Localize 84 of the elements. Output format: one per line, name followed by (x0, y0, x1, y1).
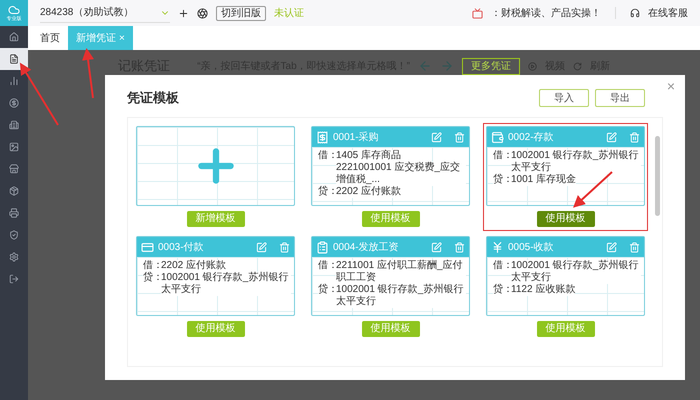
scrollbar[interactable] (655, 136, 660, 216)
home-icon (9, 32, 19, 42)
refresh-icon (573, 62, 582, 70)
play-icon (528, 62, 537, 70)
entry-side: 借： (143, 260, 161, 272)
exit-icon (9, 274, 19, 284)
entry-account: 1002001 银行存款_苏州银行太平支行 (511, 260, 641, 284)
certify-link[interactable]: 未认证 (274, 6, 304, 20)
entry-account: 1002001 银行存款_苏州银行太平支行 (511, 150, 641, 174)
template-title: 0003-付款 (158, 240, 205, 254)
template-title: 0001-采购 (333, 130, 380, 144)
annotation-arrow (20, 62, 59, 126)
voucher-button[interactable]: 更多凭证 (462, 58, 520, 74)
plus-icon[interactable] (178, 8, 189, 18)
use-template-button[interactable]: 使用模板 (362, 211, 420, 227)
dialog-title: 凭证模板 (127, 89, 180, 108)
entry-side: 借： (318, 150, 336, 162)
building-icon (9, 120, 19, 130)
delete-icon[interactable] (279, 242, 290, 252)
list-icon (316, 240, 329, 254)
yen-icon (491, 240, 504, 254)
switch-version-button[interactable]: 切到旧版 (216, 6, 266, 20)
document-icon (9, 54, 19, 64)
settings-icon[interactable] (197, 8, 208, 18)
delete-icon[interactable] (629, 242, 640, 252)
tab-close[interactable]: × (119, 30, 125, 46)
entry-account: 1001 库存现金 (511, 174, 576, 186)
entry-account: 2202 应付账款 (336, 186, 402, 198)
delete-icon[interactable] (454, 132, 465, 142)
edit-icon[interactable] (606, 132, 617, 142)
settings-icon (9, 252, 19, 262)
entry-side: 贷： (493, 174, 511, 186)
entry-side: 贷： (493, 284, 511, 296)
template-title: 0005-收款 (508, 240, 555, 254)
entry-side: 贷： (318, 186, 336, 198)
entry-account: 1002001 银行存款_苏州银行太平支行 (336, 284, 466, 308)
entry-account: 2221001001 应交税费_应交增值税_... (336, 162, 466, 186)
coin-icon (9, 98, 19, 108)
entry-account: 2211001 应付职工薪酬_应付职工工资 (336, 260, 466, 284)
dialog-button[interactable]: 导出 (595, 89, 645, 107)
promo-text[interactable]: ：财税解读、产品实操！ (491, 6, 601, 20)
template-title: 0004-发放工资 (333, 240, 400, 254)
tv-icon[interactable] (472, 8, 483, 18)
edit-icon[interactable] (256, 242, 267, 252)
online-service-link[interactable]: 在线客服 (648, 6, 688, 20)
use-template-button[interactable]: 使用模板 (536, 321, 594, 337)
entry-account: 1002001 银行存款_苏州银行太平支行 (161, 272, 291, 296)
delete-icon[interactable] (454, 242, 465, 252)
template-title: 0002-存款 (508, 130, 555, 144)
store-icon (9, 164, 19, 174)
entry-account: 1122 应收账款 (511, 284, 576, 296)
entry-account: 1405 库存商品 (336, 150, 402, 162)
cloud-icon (8, 4, 20, 16)
use-template-button[interactable]: 使用模板 (362, 321, 420, 337)
tab[interactable]: 首页 (32, 26, 68, 50)
entry-side: 借： (493, 260, 511, 272)
edit-icon[interactable] (431, 242, 442, 252)
new-template-button[interactable]: 新增模板 (186, 211, 244, 227)
tab[interactable]: 新增凭证 × (68, 26, 133, 50)
headset-icon (630, 8, 640, 18)
entry-side: 贷： (143, 272, 161, 284)
receipt-icon (316, 130, 329, 144)
entry-side: 贷： (318, 284, 336, 296)
edit-icon[interactable] (606, 242, 617, 252)
delete-icon[interactable] (629, 132, 640, 142)
entry-side: 借： (493, 150, 511, 162)
package-icon (9, 186, 19, 196)
image-icon (9, 142, 19, 152)
sidebar-item[interactable] (0, 48, 28, 70)
bar-chart-icon (9, 76, 19, 86)
annotation-arrow (82, 48, 94, 98)
printer-icon (9, 208, 19, 218)
account-select[interactable]: 284238（劝助试教） (40, 3, 170, 23)
entry-account: 2202 应付账款 (161, 260, 226, 272)
dialog-close[interactable]: × (666, 76, 675, 97)
edit-icon[interactable] (431, 132, 442, 142)
dialog-button[interactable]: 导入 (539, 89, 589, 107)
card-icon (141, 240, 154, 254)
wallet-icon (491, 130, 504, 144)
entry-side: 借： (318, 260, 336, 272)
use-template-button[interactable]: 使用模板 (536, 211, 594, 227)
use-template-button[interactable]: 使用模板 (186, 321, 244, 337)
shield-icon (9, 230, 19, 240)
new-template-card[interactable] (136, 126, 295, 206)
